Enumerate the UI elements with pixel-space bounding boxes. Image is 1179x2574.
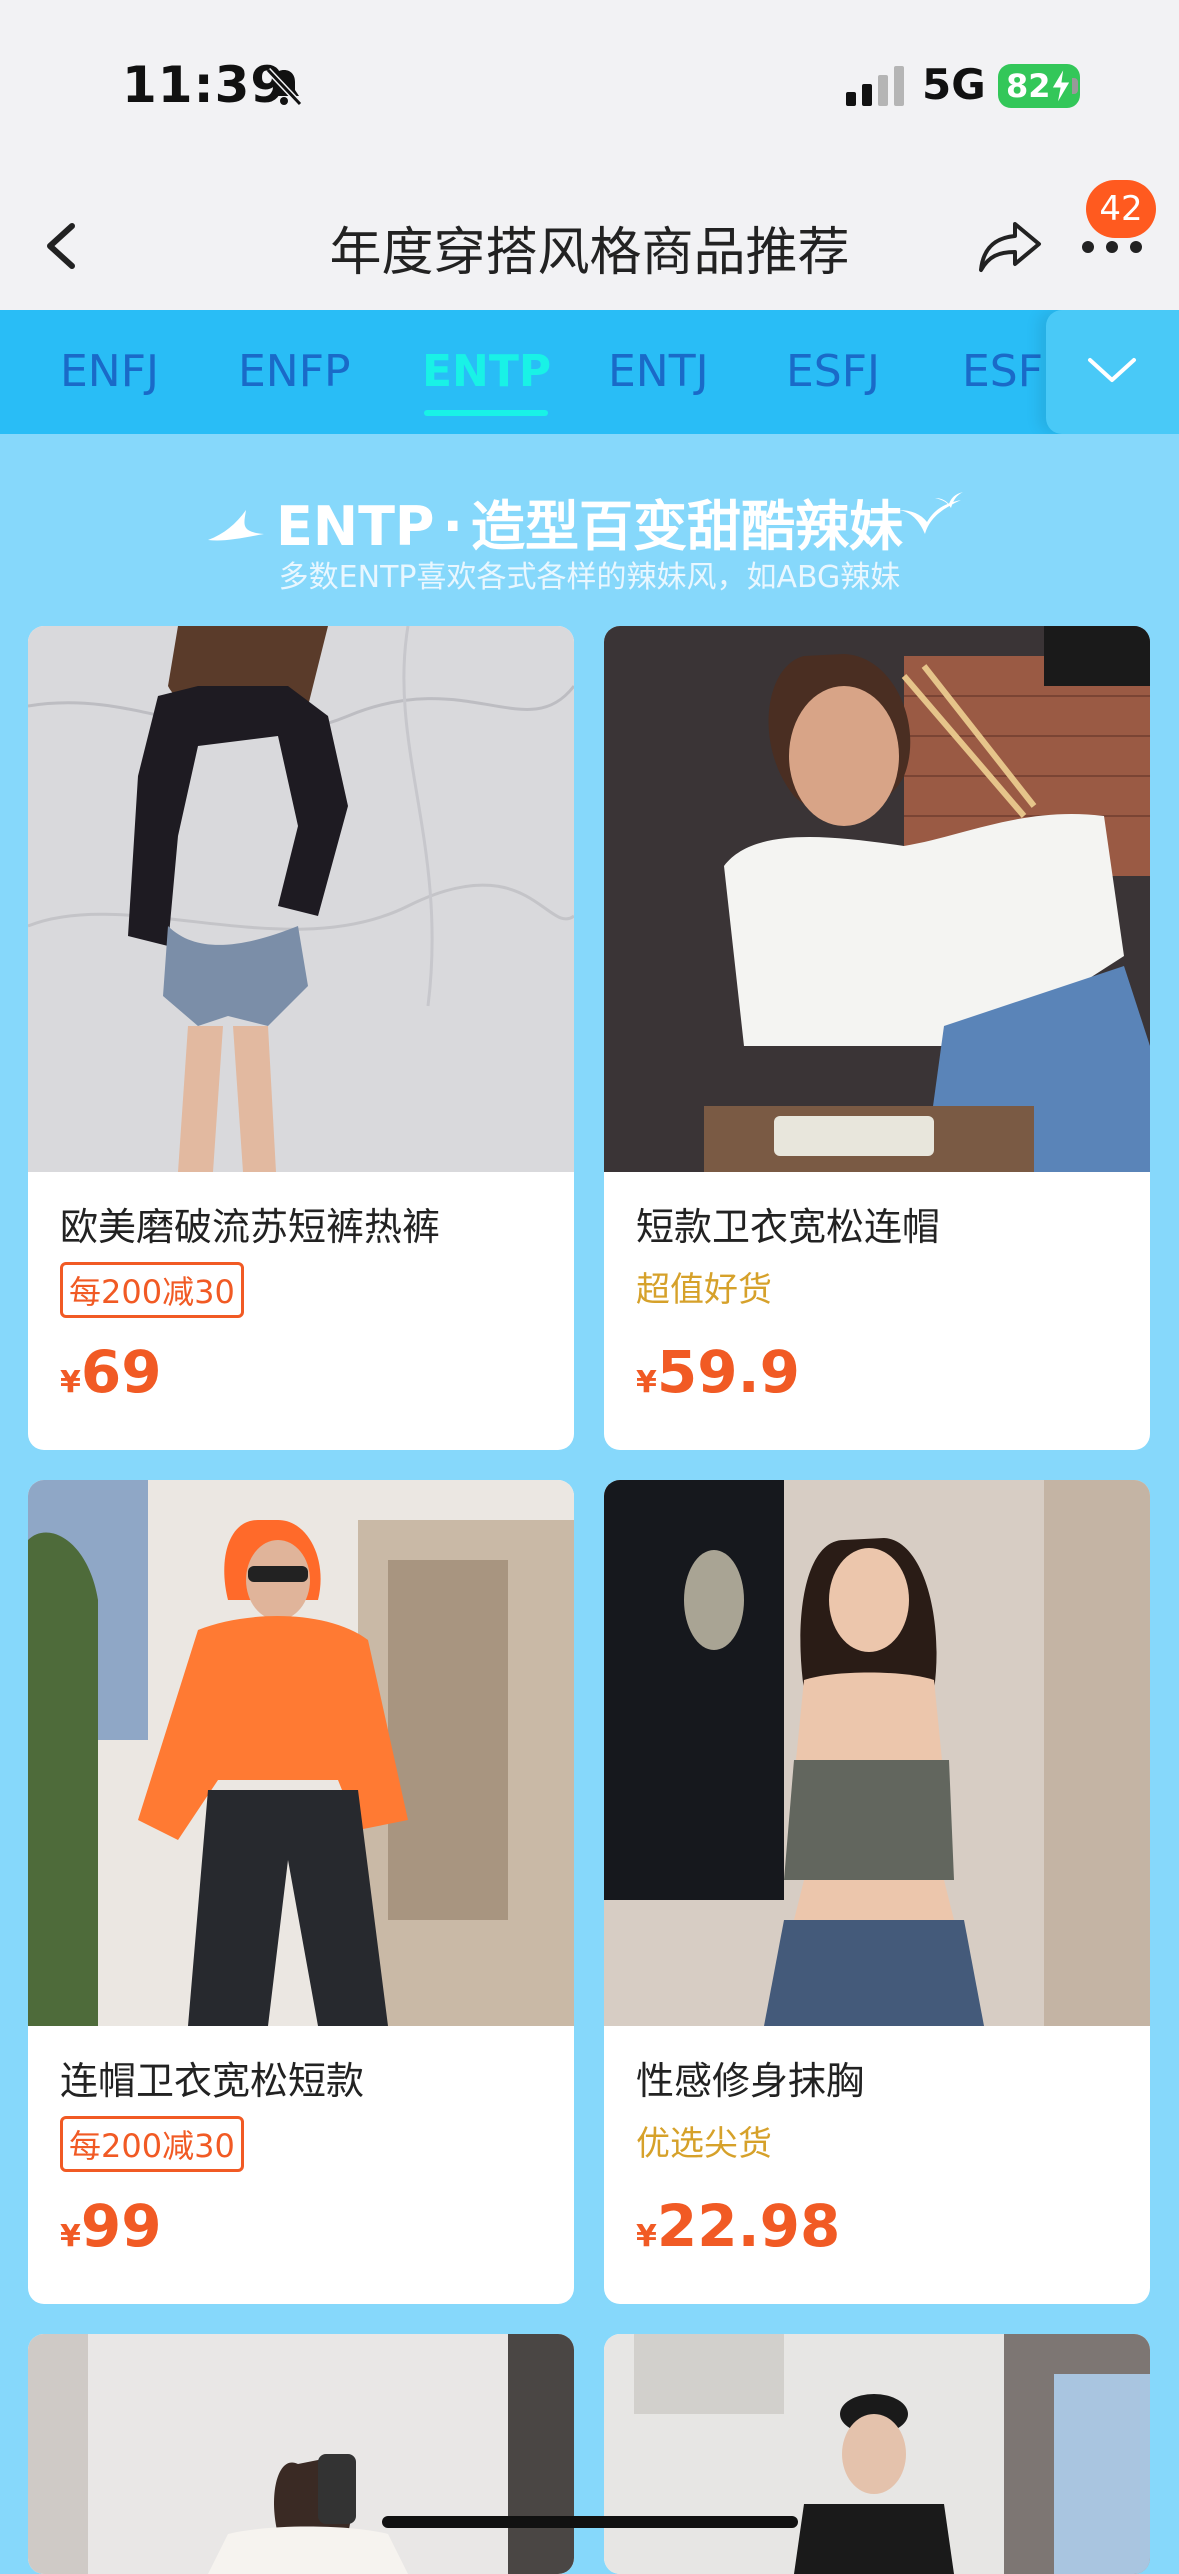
price-value: 99 <box>80 2192 162 2260</box>
banner-subtitle: 多数ENTP喜欢各式各样的辣妹风，如ABG辣妹 <box>278 560 901 595</box>
product-price: ¥22.98 <box>636 2192 840 2260</box>
status-bar: 11:39 5G 82 <box>0 0 1179 180</box>
home-indicator <box>382 2516 798 2528</box>
bell-muted-icon <box>265 67 303 107</box>
product-image <box>604 1480 1150 2026</box>
battery-level: 82 <box>1006 67 1051 105</box>
promo-badge: 每200减30 <box>60 1262 244 1318</box>
product-image <box>604 2334 1150 2574</box>
tab-enfj[interactable]: ENFJ <box>60 346 159 397</box>
currency-symbol: ¥ <box>636 2219 657 2254</box>
price-value: 69 <box>80 1338 162 1406</box>
banner-separator: · <box>442 495 463 558</box>
currency-symbol: ¥ <box>636 1365 657 1400</box>
notification-badge: 42 <box>1086 180 1156 238</box>
product-image <box>28 2334 574 2574</box>
product-name: 欧美磨破流苏短裤热裤 <box>60 1205 441 1249</box>
tab-esf[interactable]: ESF <box>962 346 1043 397</box>
mbti-tab-bar: ENFJ ENFP ENTP ENTJ ESFJ ESF <box>0 310 1179 434</box>
promo-badge: 每200减30 <box>60 2116 244 2172</box>
signal-icon <box>846 66 904 106</box>
product-card[interactable]: 连帽卫衣宽松短款 每200减30 ¥99 <box>28 1480 574 2304</box>
product-price: ¥69 <box>60 1338 162 1406</box>
product-name: 短款卫衣宽松连帽 <box>636 1205 941 1249</box>
product-tag: 优选尖货 <box>636 2124 772 2164</box>
navigation-bar: 年度穿搭风格商品推荐 42 <box>0 180 1179 310</box>
product-tag: 超值好货 <box>636 1270 772 1310</box>
tab-entp[interactable]: ENTP <box>422 346 551 397</box>
product-card[interactable] <box>604 2334 1150 2574</box>
product-price: ¥59.9 <box>636 1338 800 1406</box>
tab-entj[interactable]: ENTJ <box>608 346 709 397</box>
chevron-down-icon <box>1088 358 1136 382</box>
product-name: 性感修身抹胸 <box>636 2059 865 2103</box>
product-card[interactable]: 性感修身抹胸 优选尖货 ¥22.98 <box>604 1480 1150 2304</box>
currency-symbol: ¥ <box>60 1365 81 1400</box>
battery-tip <box>1072 78 1078 94</box>
price-value: 22.98 <box>656 2192 841 2260</box>
product-card[interactable]: 短款卫衣宽松连帽 超值好货 ¥59.9 <box>604 626 1150 1450</box>
price-value: 59.9 <box>656 1338 800 1406</box>
active-tab-indicator <box>424 410 548 416</box>
product-card[interactable]: 欧美磨破流苏短裤热裤 每200减30 ¥69 <box>28 626 574 1450</box>
product-price: ¥99 <box>60 2192 162 2260</box>
banner-type: ENTP <box>275 495 435 558</box>
expand-tabs-button[interactable] <box>1046 310 1179 434</box>
currency-symbol: ¥ <box>60 2219 81 2254</box>
product-card[interactable] <box>28 2334 574 2574</box>
product-image <box>28 626 574 1172</box>
product-name: 连帽卫衣宽松短款 <box>60 2059 365 2103</box>
birds-decoration-icon <box>899 492 963 534</box>
banner-slogan: 造型百变甜酷辣妹 <box>471 495 903 558</box>
tab-esfj[interactable]: ESFJ <box>786 346 880 397</box>
charging-bolt-icon <box>1051 68 1071 104</box>
network-label: 5G <box>922 60 986 109</box>
banner-headline: ENTP · 造型百变甜酷辣妹 <box>0 482 1179 561</box>
product-image <box>28 1480 574 2026</box>
product-image <box>604 626 1150 1172</box>
tab-enfp[interactable]: ENFP <box>238 346 351 397</box>
share-icon[interactable] <box>975 216 1045 276</box>
